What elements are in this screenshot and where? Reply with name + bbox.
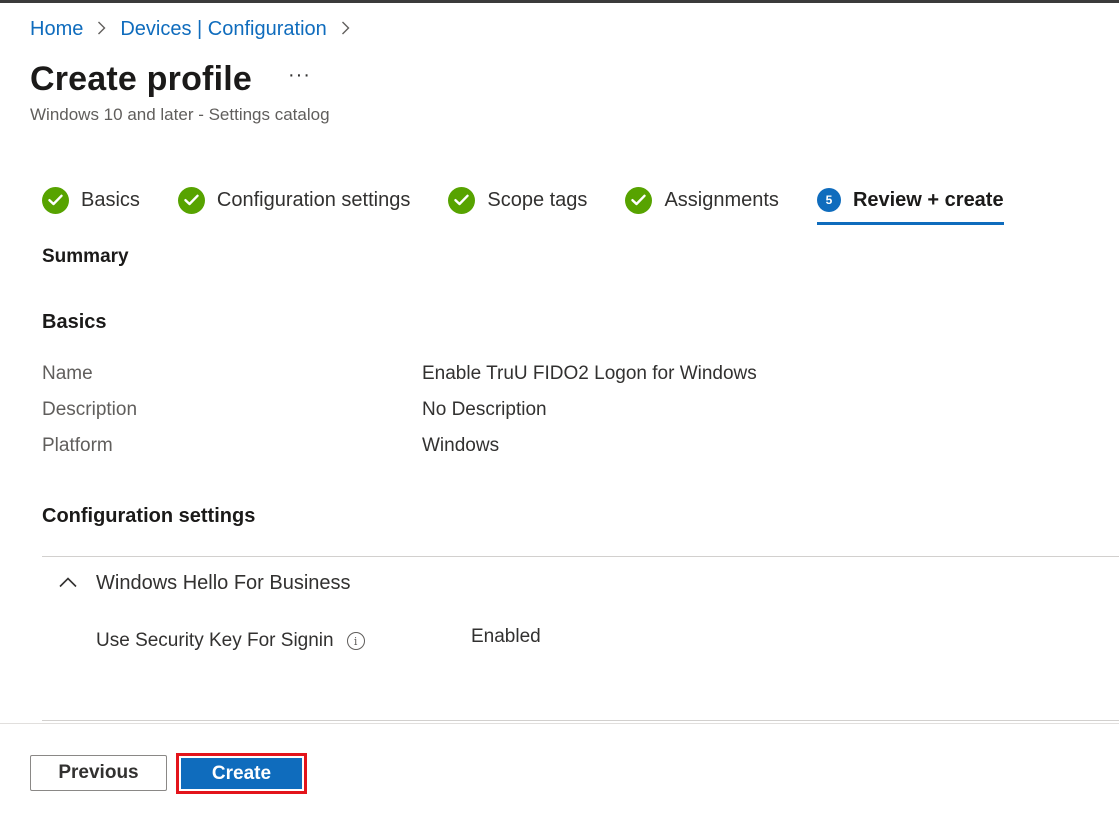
- create-button[interactable]: Create: [181, 758, 302, 789]
- chevron-right-icon: [97, 19, 106, 40]
- configuration-settings-heading: Configuration settings: [42, 505, 256, 527]
- step-label: Scope tags: [487, 188, 588, 211]
- title-row: Create profile ···: [30, 60, 311, 99]
- breadcrumb: Home Devices | Configuration: [30, 18, 364, 41]
- setting-row: Use Security Key For Signin i: [96, 630, 365, 652]
- checkmark-icon: [448, 186, 476, 214]
- info-icon[interactable]: i: [346, 632, 365, 650]
- field-label: Name: [42, 363, 93, 384]
- summary-heading: Summary: [42, 246, 129, 267]
- section-divider: [42, 556, 1119, 557]
- chevron-up-icon: [58, 575, 78, 593]
- breadcrumb-devices-configuration-link[interactable]: Devices | Configuration: [120, 18, 326, 41]
- chevron-right-icon: [341, 19, 350, 40]
- step-assignments[interactable]: Assignments: [625, 183, 779, 217]
- basics-row-platform: Platform Windows: [42, 435, 499, 457]
- settings-group-label: Windows Hello For Business: [96, 572, 351, 594]
- step-basics[interactable]: Basics: [42, 183, 140, 217]
- breadcrumb-home-link[interactable]: Home: [30, 18, 83, 41]
- basics-row-name: Name Enable TruU FIDO2 Logon for Windows: [42, 363, 757, 385]
- basics-heading: Basics: [42, 311, 107, 333]
- checkmark-icon: [177, 186, 205, 214]
- step-label: Basics: [81, 188, 140, 211]
- step-scope-tags[interactable]: Scope tags: [448, 183, 587, 217]
- checkmark-icon: [42, 186, 69, 214]
- setting-name: Use Security Key For Signin: [96, 630, 334, 651]
- step-number-badge: 5: [816, 188, 841, 212]
- create-button-highlight: Create: [176, 753, 307, 794]
- step-label: Review + create: [852, 188, 1004, 211]
- field-value: Windows: [422, 435, 500, 456]
- ellipsis-icon[interactable]: ···: [288, 64, 311, 87]
- step-review-create[interactable]: 5 Review + create: [816, 183, 1004, 225]
- page-subtitle: Windows 10 and later - Settings catalog: [30, 105, 330, 124]
- page-title: Create profile: [30, 60, 252, 98]
- checkmark-icon: [625, 186, 653, 214]
- field-label: Platform: [42, 435, 113, 456]
- step-label: Assignments: [664, 188, 779, 211]
- setting-value: Enabled: [471, 626, 541, 647]
- step-configuration-settings[interactable]: Configuration settings: [177, 183, 411, 217]
- wizard-steps: Basics Configuration settings Scope tags…: [42, 183, 1042, 225]
- settings-group-toggle[interactable]: Windows Hello For Business: [58, 572, 351, 595]
- field-value: No Description: [422, 399, 547, 420]
- step-label: Configuration settings: [216, 188, 411, 211]
- field-value: Enable TruU FIDO2 Logon for Windows: [422, 363, 757, 384]
- footer-divider: [0, 723, 1119, 724]
- previous-button[interactable]: Previous: [30, 755, 167, 791]
- field-label: Description: [42, 399, 138, 420]
- section-divider-bottom: [42, 720, 1119, 721]
- top-border: [0, 0, 1119, 3]
- basics-row-description: Description No Description: [42, 399, 547, 421]
